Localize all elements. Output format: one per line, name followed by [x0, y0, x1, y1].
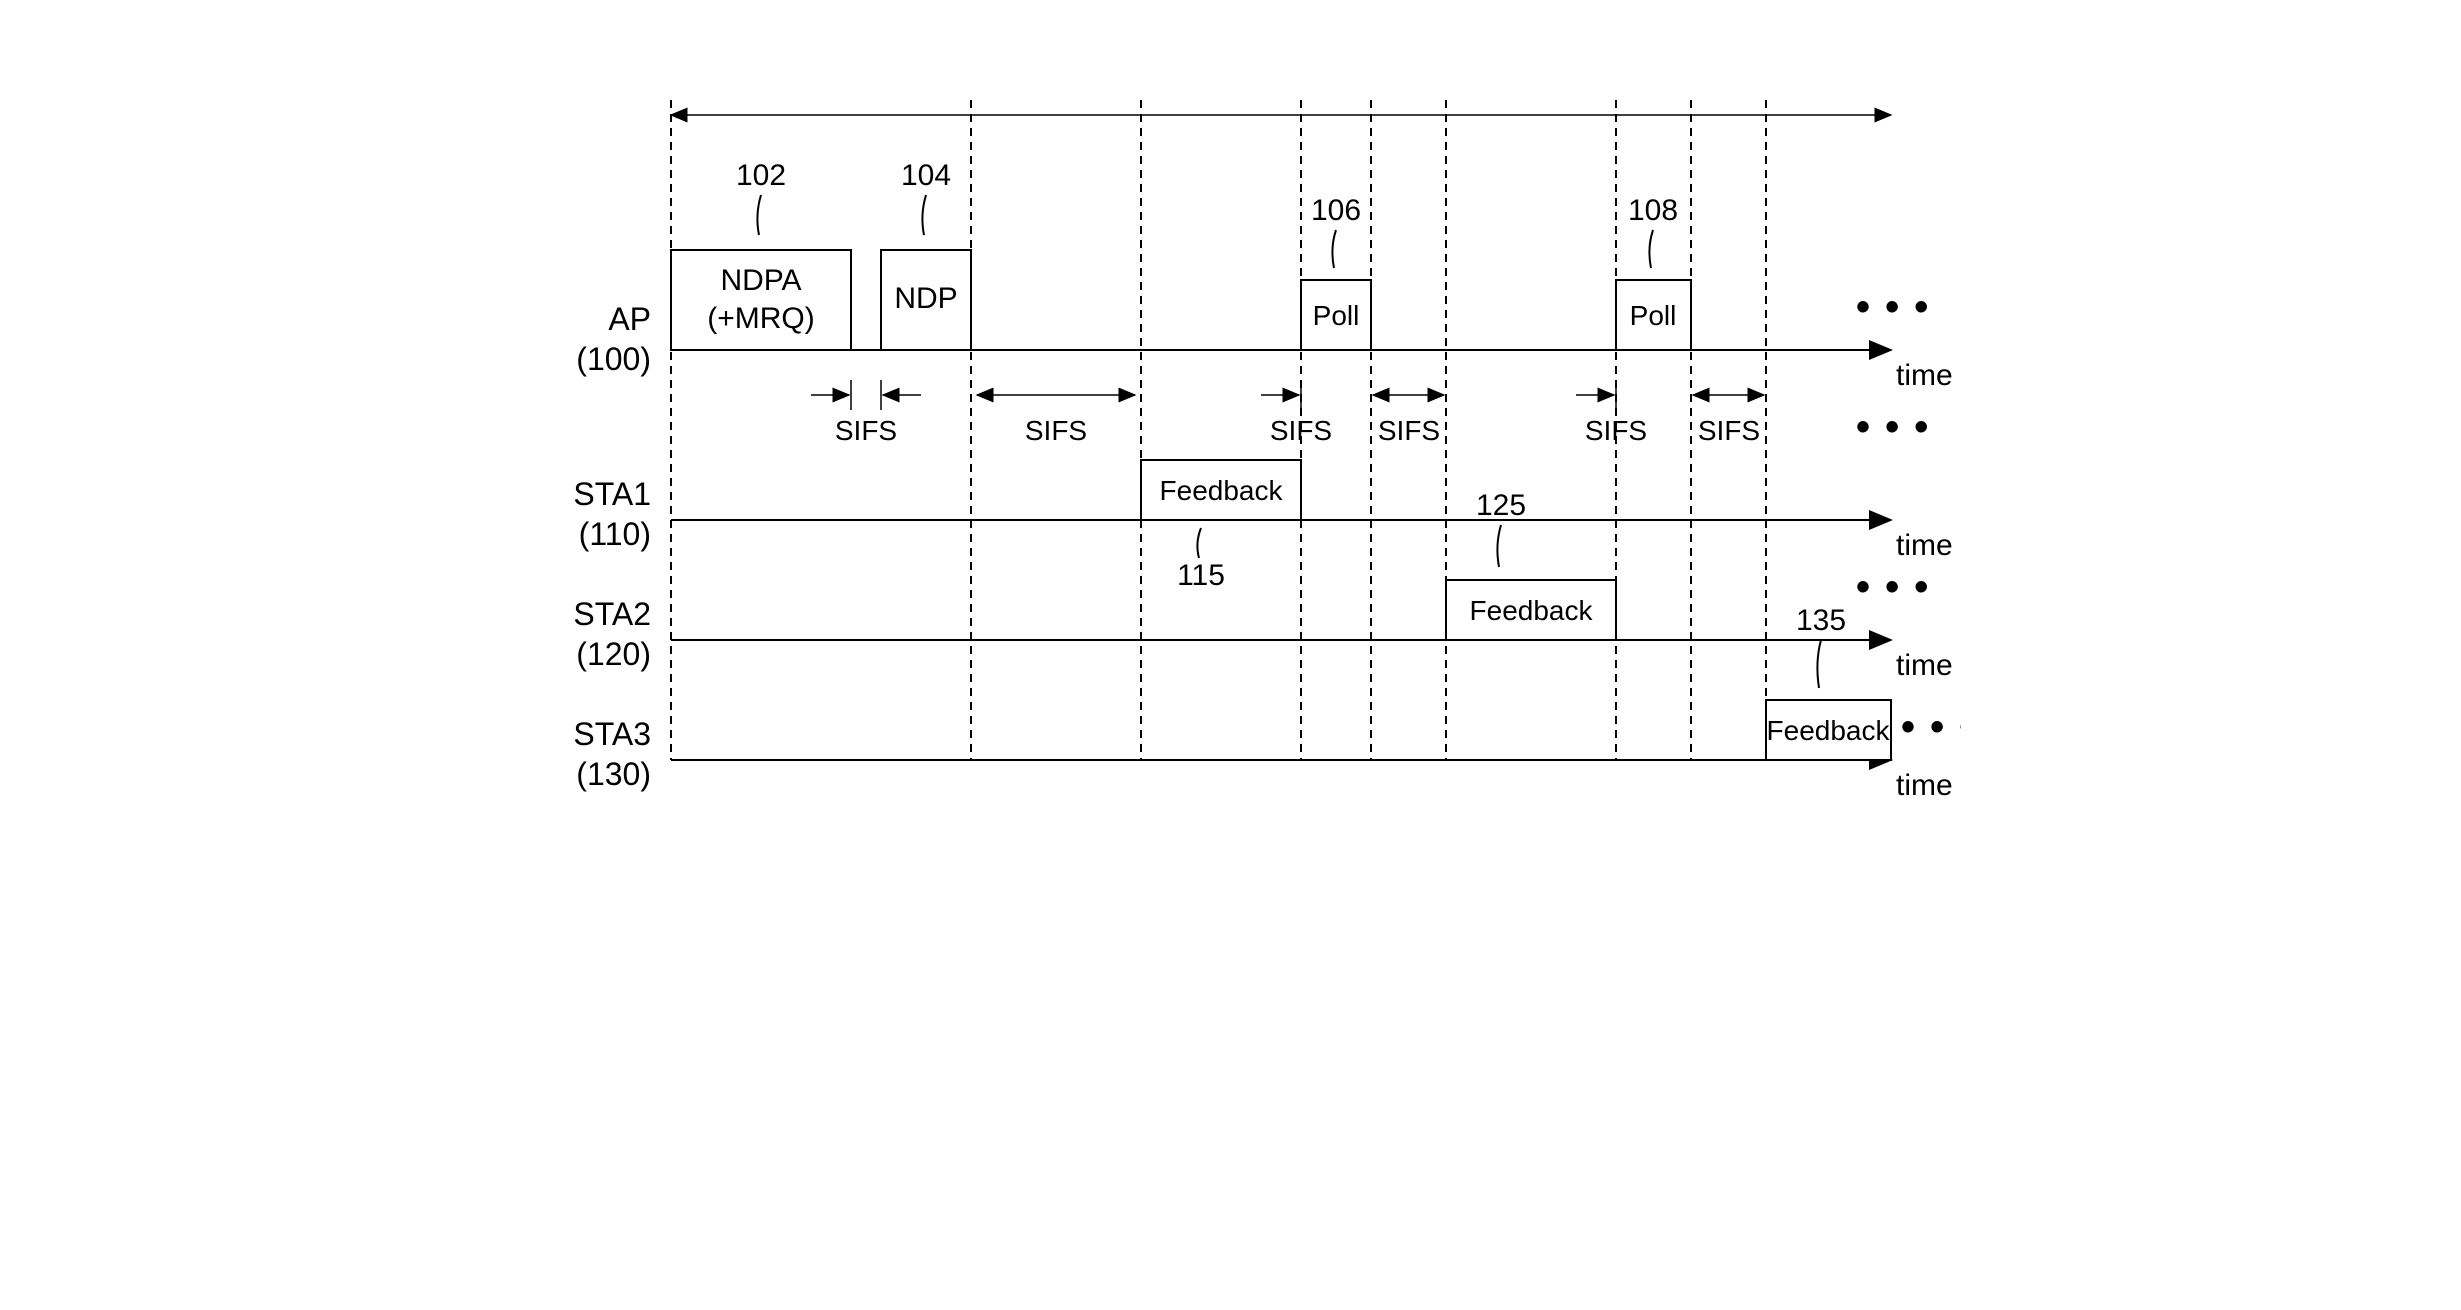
sifs4-label: SIFS [1377, 415, 1439, 446]
sta3-axis-label: time [1896, 769, 1953, 802]
ndp-leader [922, 195, 926, 235]
ap-id: (100) [576, 341, 651, 377]
sifs1-label: SIFS [834, 415, 896, 446]
fb2-label: Feedback [1469, 595, 1593, 626]
fb1-label: Feedback [1159, 475, 1283, 506]
ap-axis-label: time [1896, 359, 1953, 392]
ellipsis-sta3: • • • [1901, 705, 1961, 749]
fb3-ref: 135 [1795, 604, 1845, 637]
sifs3-label: SIFS [1269, 415, 1331, 446]
sifs2-label: SIFS [1024, 415, 1086, 446]
fb3-leader [1817, 640, 1821, 688]
sta2-label: STA2 [573, 596, 651, 632]
sifs-gap-2: SIFS [977, 395, 1135, 446]
sta1-id: (110) [578, 516, 650, 552]
sta1-label: STA1 [573, 476, 651, 512]
sta1-axis-label: time [1896, 529, 1953, 562]
ndp-ref: 104 [900, 159, 950, 192]
fb1-ref: 115 [1177, 559, 1225, 592]
ndpa-label1: NDPA [720, 264, 801, 297]
sifs-gap-3: SIFS [1261, 380, 1332, 446]
ndp-label: NDP [894, 282, 957, 315]
ellipsis-sta2: • • • [1856, 565, 1930, 609]
sta3-id: (130) [576, 756, 651, 792]
ellipsis-gap: • • • [1856, 405, 1930, 449]
ndpa-ref: 102 [735, 159, 785, 192]
ap-label: AP [608, 301, 651, 337]
fb1-leader [1197, 528, 1201, 558]
ndpa-label2: (+MRQ) [707, 302, 815, 335]
fb2-leader [1497, 525, 1501, 567]
fb2-ref: 125 [1475, 489, 1525, 522]
sifs6-label: SIFS [1697, 415, 1759, 446]
poll1-ref: 106 [1310, 194, 1360, 227]
timing-diagram: time AP (100) time STA1 (110) time STA2 … [501, 40, 1961, 820]
poll1-label: Poll [1312, 300, 1359, 331]
poll2-leader [1649, 230, 1653, 268]
sifs-gap-5: SIFS [1576, 380, 1647, 446]
fb3-label: Feedback [1766, 715, 1890, 746]
sta2-id: (120) [576, 636, 651, 672]
ellipsis-ap: • • • [1856, 285, 1930, 329]
sifs-gap-1: SIFS [811, 380, 921, 446]
sta2-axis-label: time [1896, 649, 1953, 682]
sifs-gap-4: SIFS [1373, 395, 1444, 446]
sifs5-label: SIFS [1584, 415, 1646, 446]
sifs-gap-6: SIFS [1693, 395, 1764, 446]
poll1-leader [1332, 230, 1336, 268]
ndpa-leader [757, 195, 761, 235]
poll2-ref: 108 [1627, 194, 1677, 227]
sta3-label: STA3 [573, 716, 651, 752]
poll2-label: Poll [1629, 300, 1676, 331]
